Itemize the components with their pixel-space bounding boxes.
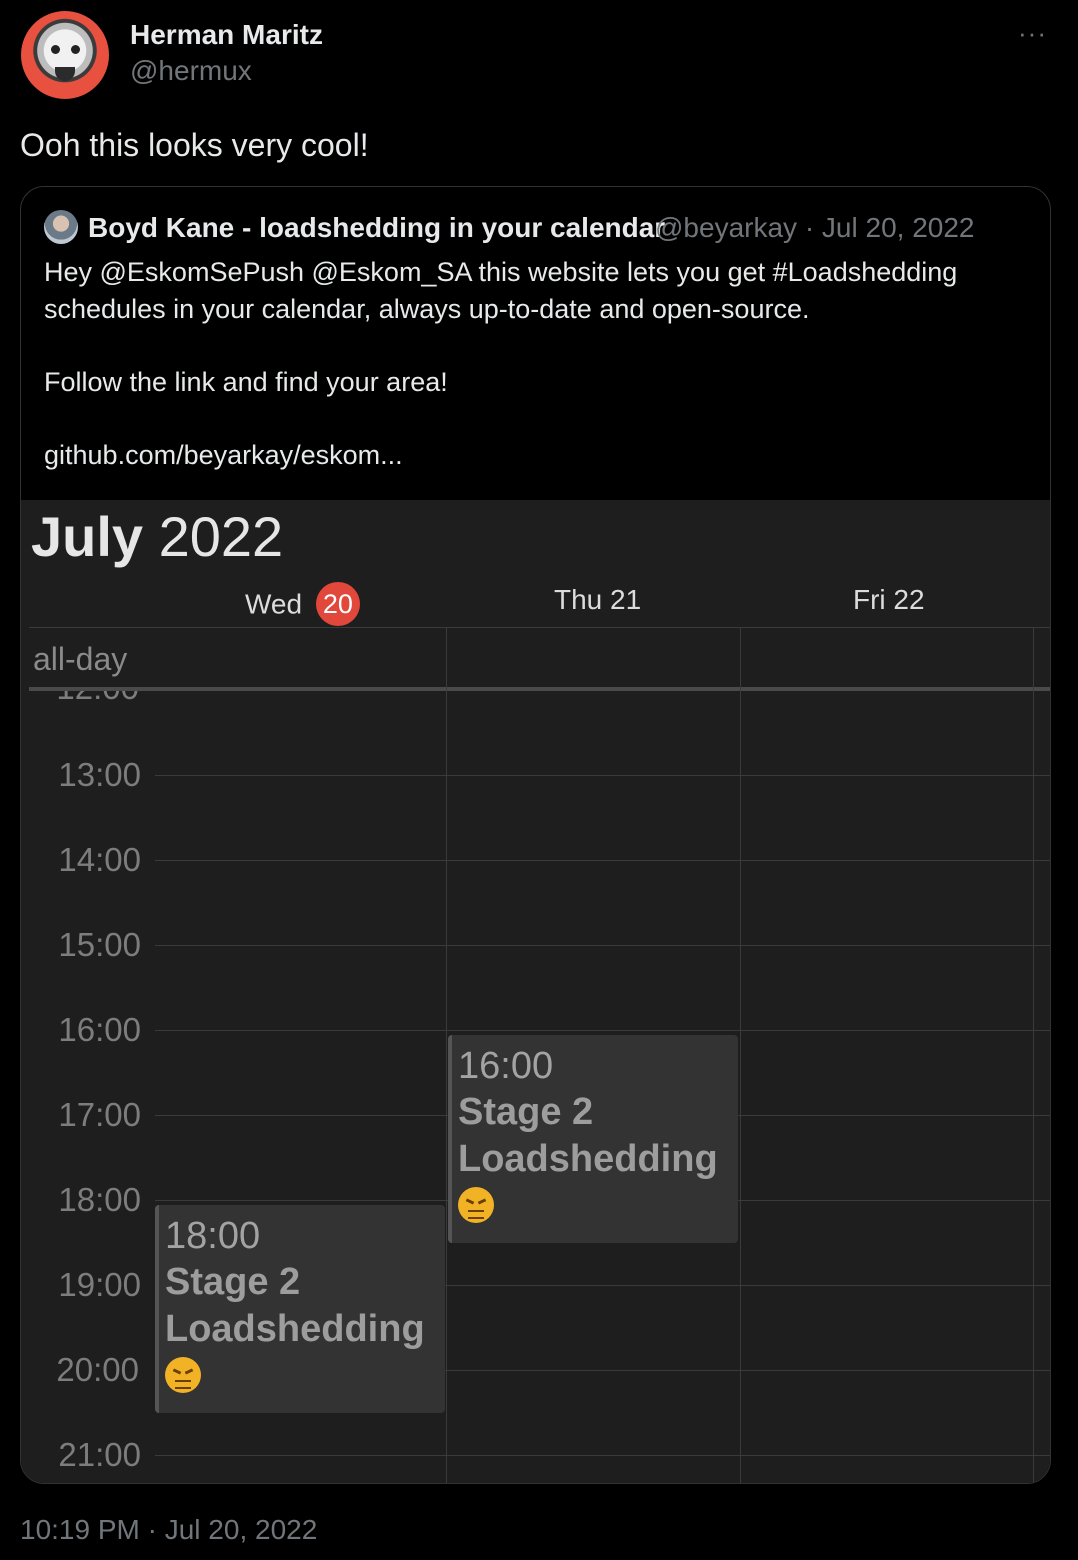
event-title-line2: Loadshedding: [458, 1138, 718, 1180]
confounded-face-icon: [458, 1187, 494, 1223]
event-title-line2: Loadshedding: [165, 1308, 425, 1350]
calendar-event-wed[interactable]: 18:00 Stage 2 Loadshedding: [155, 1205, 445, 1413]
more-options-icon[interactable]: ···: [1018, 18, 1047, 49]
hour-gridline: [155, 860, 1050, 861]
quoted-author-name: Boyd Kane - loadshedding in your calenda…: [88, 212, 666, 243]
author-avatar[interactable]: [21, 11, 109, 99]
hour-label: 14:00: [58, 841, 141, 878]
hour-label: 19:00: [58, 1266, 141, 1303]
event-time: 18:00: [165, 1215, 261, 1257]
event-title-line1: Stage 2: [165, 1261, 301, 1303]
hour-label: 21:00: [58, 1436, 141, 1473]
event-title-line1: Stage 2: [458, 1091, 594, 1133]
column-divider: [446, 627, 447, 1483]
calendar-year: 2022: [158, 505, 284, 568]
quoted-author-avatar: [44, 210, 78, 244]
hour-label: 13:00: [58, 756, 141, 793]
hour-label: 12:00: [21, 691, 139, 707]
calendar-month: July: [31, 505, 144, 568]
calendar-month-title: July 2022: [31, 504, 283, 569]
author-name[interactable]: Herman Maritz: [130, 19, 323, 51]
hour-label: 17:00: [58, 1096, 141, 1133]
today-badge: 20: [315, 582, 360, 626]
day-header-fri: Fri 22: [853, 584, 925, 615]
allday-divider: [29, 687, 1050, 691]
calendar-image[interactable]: July 2022 Wed 20 Thu 21 Fri 22 all-day 1…: [21, 500, 1050, 1483]
column-divider: [740, 627, 741, 1483]
tweet-text: Ooh this looks very cool!: [20, 127, 369, 163]
hour-gridline: [155, 1030, 1050, 1031]
quoted-tweet-text: Hey @EskomSePush @Eskom_SA this website …: [44, 257, 958, 470]
hour-label: 15:00: [58, 926, 141, 963]
column-divider: [1033, 627, 1034, 1483]
day-label: Wed: [245, 588, 303, 620]
hour-label: 16:00: [58, 1011, 141, 1048]
event-time: 16:00: [458, 1045, 554, 1087]
hour-label: 20:00: [56, 1351, 139, 1388]
hour-gridline: [155, 775, 1050, 776]
confounded-face-icon: [165, 1357, 201, 1393]
hour-label: 18:00: [58, 1181, 141, 1218]
allday-label: all-day: [33, 641, 128, 677]
day-header-thu: Thu 21: [554, 584, 642, 615]
hour-gridline: [155, 1455, 1050, 1456]
author-handle[interactable]: @hermux: [130, 55, 252, 87]
hour-gridline: [155, 945, 1050, 946]
quoted-author-meta: @beyarkay · Jul 20, 2022: [655, 212, 975, 243]
tweet-timestamp[interactable]: 10:19 PM · Jul 20, 2022: [20, 1514, 317, 1546]
quoted-tweet-card[interactable]: Boyd Kane - loadshedding in your calenda…: [20, 186, 1051, 1484]
header-divider: [29, 627, 1050, 628]
day-header-wed: Wed 20: [245, 582, 360, 628]
calendar-event-thu[interactable]: 16:00 Stage 2 Loadshedding: [448, 1035, 738, 1243]
